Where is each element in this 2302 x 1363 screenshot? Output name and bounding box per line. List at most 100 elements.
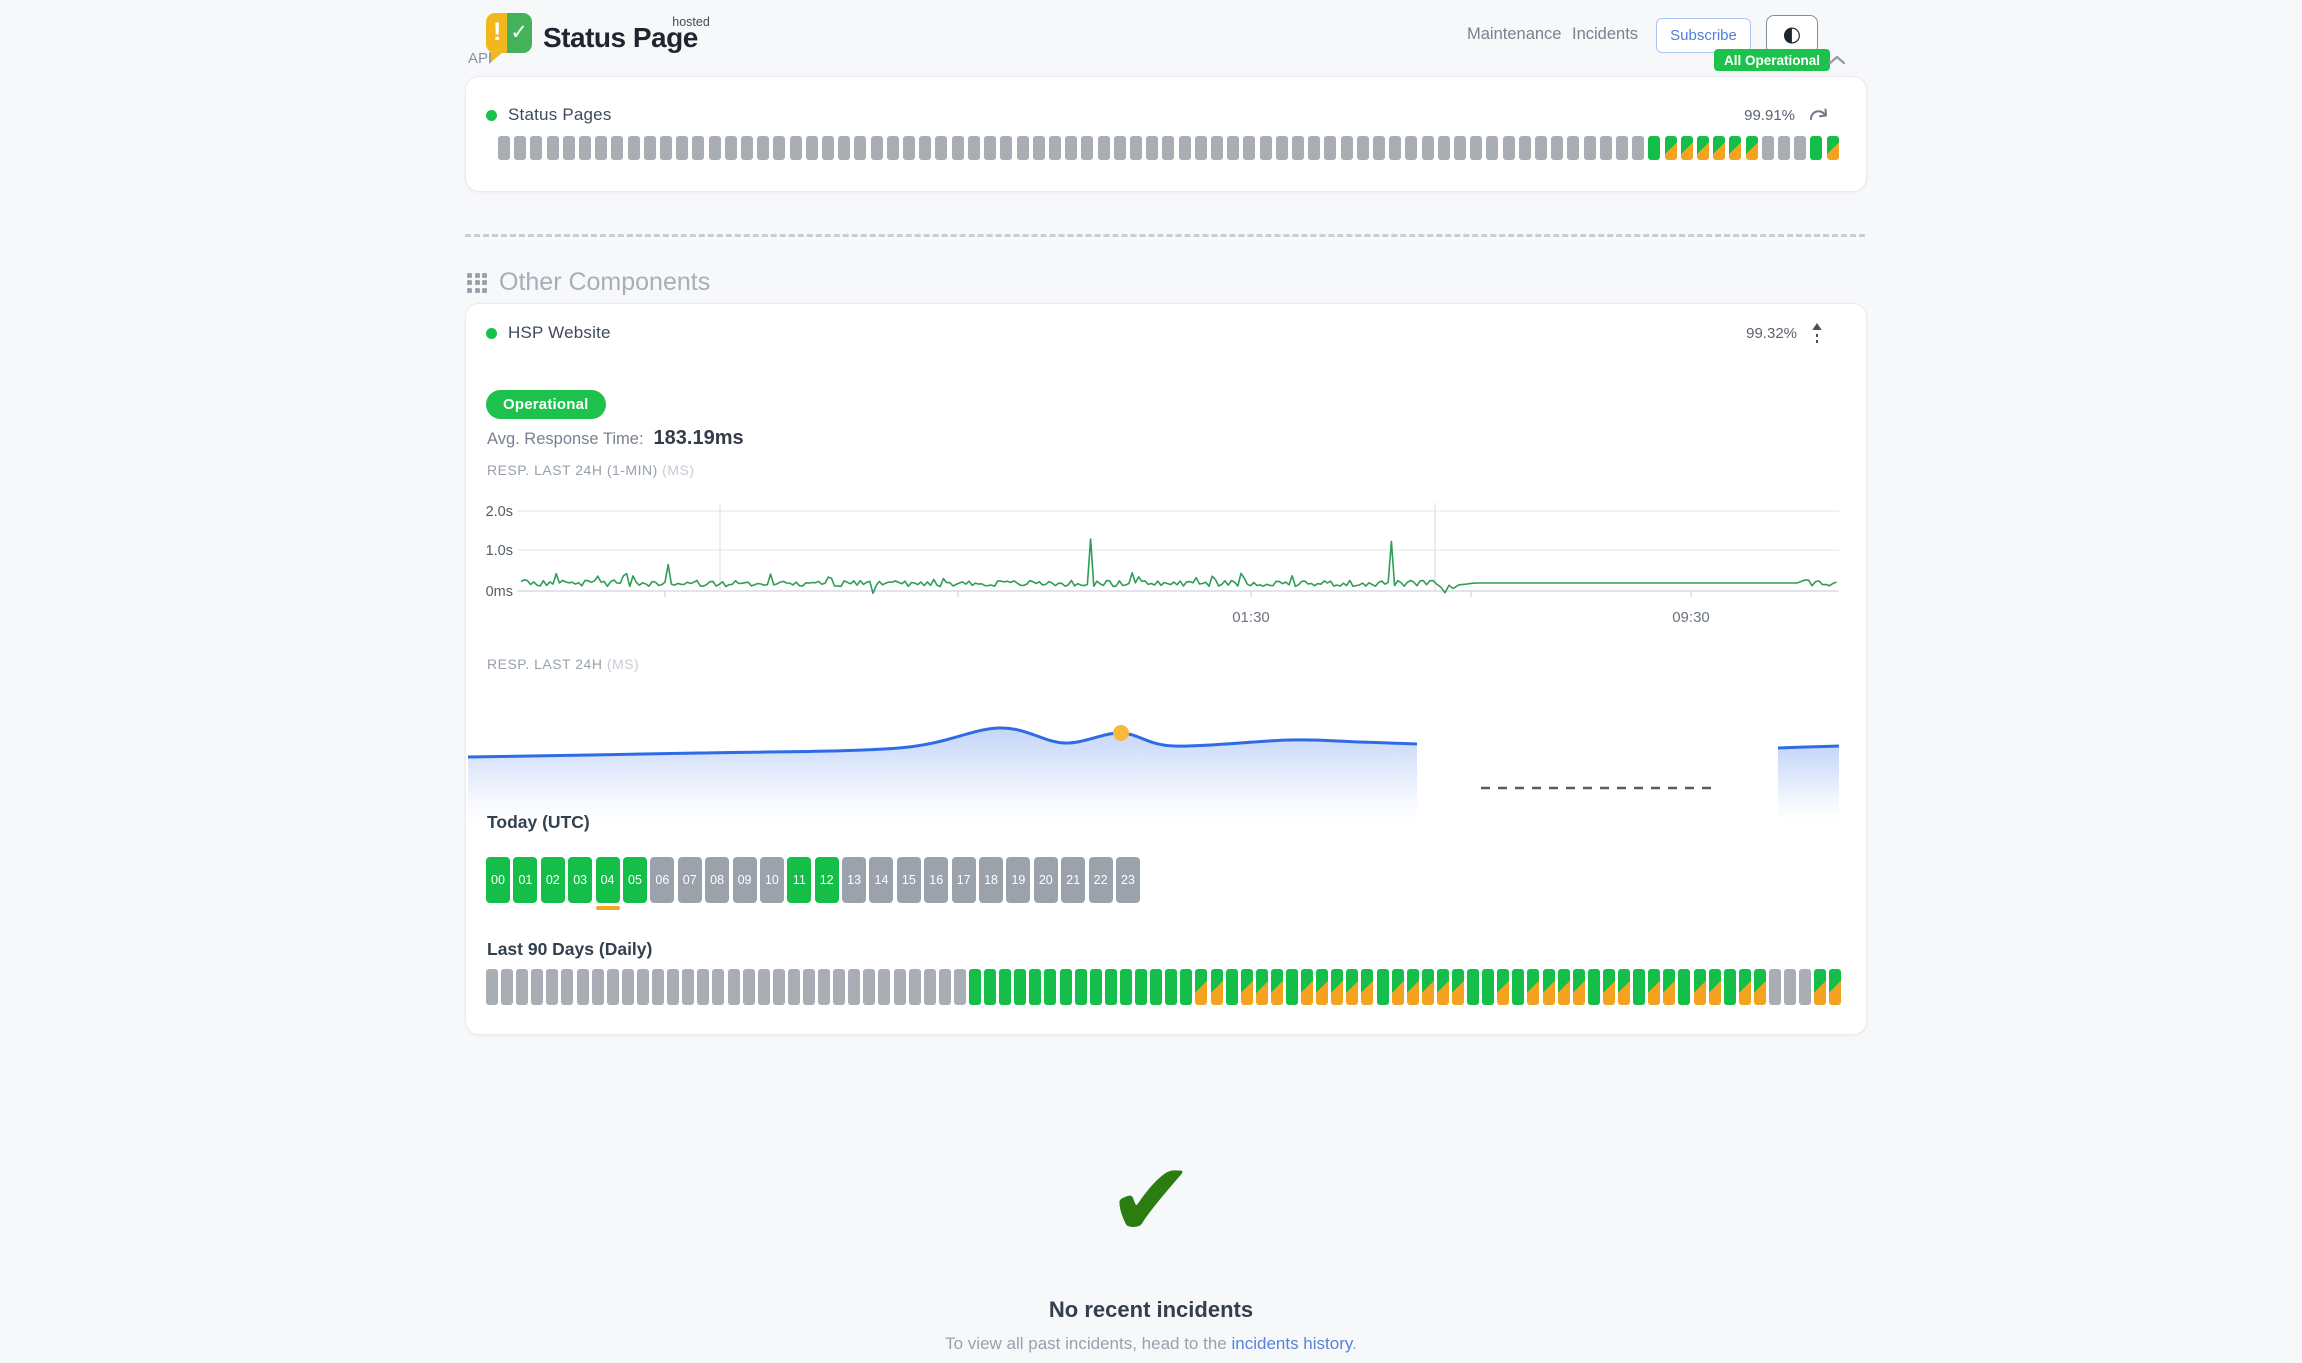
day-uptime-bar[interactable]	[773, 969, 785, 1005]
uptime-bar[interactable]	[1065, 136, 1077, 160]
uptime-bar[interactable]	[1033, 136, 1045, 160]
uptime-bar[interactable]	[692, 136, 704, 160]
day-uptime-bar[interactable]	[531, 969, 543, 1005]
uptime-bar[interactable]	[903, 136, 915, 160]
day-uptime-bar[interactable]	[1226, 969, 1238, 1005]
uptime-bar[interactable]	[1211, 136, 1223, 160]
day-uptime-bar[interactable]	[758, 969, 770, 1005]
uptime-bar[interactable]	[1438, 136, 1450, 160]
uptime-bar[interactable]	[757, 136, 769, 160]
hour-box-19[interactable]: 19	[1006, 857, 1030, 903]
day-uptime-bar[interactable]	[848, 969, 860, 1005]
uptime-bar[interactable]	[854, 136, 866, 160]
hour-box-18[interactable]: 18	[979, 857, 1003, 903]
day-uptime-bar[interactable]	[984, 969, 996, 1005]
uptime-bar[interactable]	[1681, 136, 1693, 160]
uptime-bar[interactable]	[952, 136, 964, 160]
day-uptime-bar[interactable]	[1724, 969, 1736, 1005]
day-uptime-bar[interactable]	[1331, 969, 1343, 1005]
day-uptime-bar[interactable]	[1784, 969, 1796, 1005]
uptime-bar[interactable]	[1243, 136, 1255, 160]
day-uptime-bar[interactable]	[1558, 969, 1570, 1005]
uptime-bar[interactable]	[1308, 136, 1320, 160]
day-uptime-bar[interactable]	[1588, 969, 1600, 1005]
day-uptime-bar[interactable]	[652, 969, 664, 1005]
uptime-bar[interactable]	[1454, 136, 1466, 160]
day-uptime-bar[interactable]	[1135, 969, 1147, 1005]
uptime-bar[interactable]	[1632, 136, 1644, 160]
uptime-bar[interactable]	[547, 136, 559, 160]
uptime-bar[interactable]	[1616, 136, 1628, 160]
uptime-bar[interactable]	[1017, 136, 1029, 160]
day-uptime-bar[interactable]	[622, 969, 634, 1005]
day-uptime-bar[interactable]	[1060, 969, 1072, 1005]
day-uptime-bar[interactable]	[1075, 969, 1087, 1005]
day-uptime-bar[interactable]	[1090, 969, 1102, 1005]
uptime-bar[interactable]	[919, 136, 931, 160]
hour-box-17[interactable]: 17	[952, 857, 976, 903]
day-uptime-bar[interactable]	[592, 969, 604, 1005]
uptime-bar[interactable]	[1373, 136, 1385, 160]
day-uptime-bar[interactable]	[667, 969, 679, 1005]
uptime-bar[interactable]	[1746, 136, 1758, 160]
uptime-bar[interactable]	[1713, 136, 1725, 160]
uptime-bar[interactable]	[1535, 136, 1547, 160]
day-uptime-bar[interactable]	[1120, 969, 1132, 1005]
hour-box-14[interactable]: 14	[869, 857, 893, 903]
refresh-button[interactable]	[1808, 107, 1830, 123]
day-uptime-bar[interactable]	[1543, 969, 1555, 1005]
uptime-bar[interactable]	[1098, 136, 1110, 160]
uptime-bar[interactable]	[1519, 136, 1531, 160]
hour-box-01[interactable]: 01	[513, 857, 537, 903]
uptime-bar[interactable]	[1778, 136, 1790, 160]
uptime-bar[interactable]	[773, 136, 785, 160]
uptime-bar[interactable]	[1357, 136, 1369, 160]
day-uptime-bar[interactable]	[1316, 969, 1328, 1005]
hour-box-23[interactable]: 23	[1116, 857, 1140, 903]
hour-box-03[interactable]: 03	[568, 857, 592, 903]
uptime-bar[interactable]	[1179, 136, 1191, 160]
day-uptime-bar[interactable]	[516, 969, 528, 1005]
day-uptime-bar[interactable]	[1105, 969, 1117, 1005]
uptime-bar[interactable]	[1162, 136, 1174, 160]
uptime-bar[interactable]	[806, 136, 818, 160]
uptime-bar[interactable]	[1503, 136, 1515, 160]
day-uptime-bar[interactable]	[999, 969, 1011, 1005]
day-uptime-bar[interactable]	[1678, 969, 1690, 1005]
day-uptime-bar[interactable]	[1437, 969, 1449, 1005]
hour-box-12[interactable]: 12	[815, 857, 839, 903]
day-uptime-bar[interactable]	[637, 969, 649, 1005]
uptime-bar[interactable]	[644, 136, 656, 160]
uptime-bar[interactable]	[741, 136, 753, 160]
day-uptime-bar[interactable]	[1014, 969, 1026, 1005]
day-uptime-bar[interactable]	[1377, 969, 1389, 1005]
day-uptime-bar[interactable]	[1407, 969, 1419, 1005]
hour-box-11[interactable]: 11	[787, 857, 811, 903]
hour-box-07[interactable]: 07	[678, 857, 702, 903]
uptime-bar[interactable]	[1405, 136, 1417, 160]
day-uptime-bar[interactable]	[1346, 969, 1358, 1005]
day-uptime-bar[interactable]	[1603, 969, 1615, 1005]
day-uptime-bar[interactable]	[969, 969, 981, 1005]
collapse-chevron-button[interactable]	[1828, 54, 1846, 66]
day-uptime-bar[interactable]	[1497, 969, 1509, 1005]
uptime-bar[interactable]	[1000, 136, 1012, 160]
uptime-bar[interactable]	[595, 136, 607, 160]
uptime-bar[interactable]	[1260, 136, 1272, 160]
day-uptime-bar[interactable]	[1694, 969, 1706, 1005]
hour-box-05[interactable]: 05	[623, 857, 647, 903]
day-uptime-bar[interactable]	[1814, 969, 1826, 1005]
day-uptime-bar[interactable]	[697, 969, 709, 1005]
day-uptime-bar[interactable]	[1663, 969, 1675, 1005]
uptime-bar[interactable]	[871, 136, 883, 160]
day-uptime-bar[interactable]	[1241, 969, 1253, 1005]
incidents-history-link[interactable]: incidents history	[1231, 1334, 1352, 1353]
uptime-bar[interactable]	[676, 136, 688, 160]
day-uptime-bar[interactable]	[1029, 969, 1041, 1005]
uptime-bar[interactable]	[660, 136, 672, 160]
hour-box-13[interactable]: 13	[842, 857, 866, 903]
day-uptime-bar[interactable]	[1482, 969, 1494, 1005]
uptime-bar[interactable]	[579, 136, 591, 160]
day-uptime-bar[interactable]	[939, 969, 951, 1005]
hour-box-10[interactable]: 10	[760, 857, 784, 903]
